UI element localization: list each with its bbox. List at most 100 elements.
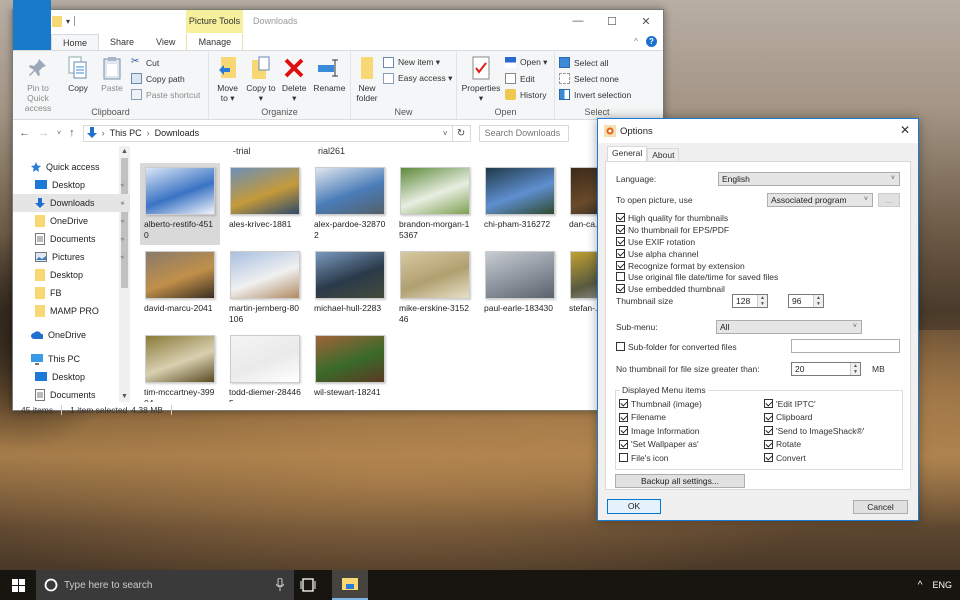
- refresh-button[interactable]: ↻: [451, 125, 470, 141]
- new-item-button[interactable]: New item ▾: [383, 56, 452, 69]
- sidebar-item-onedrive[interactable]: OneDrive: [13, 326, 130, 344]
- checkbox[interactable]: [616, 237, 625, 246]
- menu-item-checkbox[interactable]: File's icon: [619, 452, 669, 463]
- sidebar-item-desktop[interactable]: Desktop ✦: [13, 176, 130, 194]
- file-item[interactable]: michael-hull-2283: [310, 247, 390, 329]
- menu-item-checkbox[interactable]: 'Send to ImageShack®': [764, 425, 864, 436]
- back-button[interactable]: ←: [19, 127, 30, 139]
- checkbox[interactable]: [619, 426, 628, 435]
- customize-qat-icon[interactable]: ▾: [66, 17, 70, 26]
- menu-item-checkbox[interactable]: 'Edit IPTC': [764, 398, 816, 409]
- up-button[interactable]: ↑: [69, 127, 75, 139]
- sidebar-item-documents[interactable]: Documents: [13, 386, 130, 404]
- spinner-arrows-icon[interactable]: ▲ ▼: [850, 363, 860, 375]
- start-button[interactable]: [0, 570, 36, 600]
- sidebar-item-documents[interactable]: Documents ✦: [13, 230, 130, 248]
- search-input[interactable]: Search Downloads: [478, 124, 569, 142]
- sidebar-item-this-pc[interactable]: This PC: [13, 350, 130, 368]
- subfolder-input[interactable]: [791, 339, 900, 353]
- microphone-icon[interactable]: [276, 578, 284, 591]
- backup-settings-button[interactable]: Backup all settings...: [615, 474, 745, 488]
- pin-icon[interactable]: ✦: [118, 180, 127, 191]
- checkbox[interactable]: [764, 453, 773, 462]
- edit-button[interactable]: Edit: [505, 72, 547, 85]
- checkbox[interactable]: [616, 225, 625, 234]
- sidebar-item-mamp-pro[interactable]: MAMP PRO: [13, 302, 130, 320]
- checkbox[interactable]: [616, 213, 625, 222]
- submenu-select[interactable]: All ˅: [716, 320, 862, 334]
- new-folder-icon[interactable]: [52, 15, 62, 27]
- cancel-button[interactable]: Cancel: [853, 500, 908, 514]
- cut-button[interactable]: ✂ Cut: [131, 56, 200, 69]
- checkbox[interactable]: [619, 439, 628, 449]
- thumbnail-width-spinner[interactable]: 128 ▲ ▼: [732, 294, 768, 308]
- show-hidden-icons-icon[interactable]: ^: [918, 580, 923, 591]
- address-dropdown-icon[interactable]: ˅: [443, 129, 448, 138]
- recent-locations-button[interactable]: ˅: [57, 130, 61, 137]
- menu-item-checkbox[interactable]: 'Set Wallpaper as': [619, 439, 699, 450]
- forward-button[interactable]: →: [38, 127, 49, 139]
- easy-access-button[interactable]: Easy access ▾: [383, 72, 452, 85]
- language-select[interactable]: English ˅: [718, 172, 900, 186]
- option-checkbox[interactable]: Recognize format by extension: [616, 260, 745, 271]
- sidebar-item-onedrive[interactable]: OneDrive ✦: [13, 212, 130, 230]
- option-checkbox[interactable]: High quality for thumbnails: [616, 212, 728, 223]
- checkbox[interactable]: [764, 412, 773, 422]
- file-item[interactable]: martin-jernberg-80106: [225, 247, 305, 329]
- file-item[interactable]: todd-diemer-284465: [225, 331, 305, 402]
- input-language[interactable]: ENG: [932, 580, 952, 590]
- invert-selection-button[interactable]: Invert selection: [559, 88, 631, 101]
- open-button[interactable]: Open ▾: [505, 56, 547, 69]
- file-item[interactable]: tim-mccartney-39904: [140, 331, 220, 402]
- sidebar-item-desktop[interactable]: Desktop: [13, 266, 130, 284]
- spinner-arrows-icon[interactable]: ▲ ▼: [757, 295, 767, 307]
- breadcrumb-this-pc[interactable]: This PC: [110, 128, 142, 138]
- open-with-select[interactable]: Associated program ˅: [767, 193, 873, 207]
- pin-icon[interactable]: ✦: [118, 252, 127, 263]
- address-bar[interactable]: › This PC › Downloads ˅ ↻: [82, 124, 471, 142]
- sidebar-item-desktop[interactable]: Desktop: [13, 368, 130, 386]
- option-checkbox[interactable]: Use embedded thumbnail: [616, 283, 725, 294]
- menu-item-checkbox[interactable]: Rotate: [764, 439, 801, 450]
- tab-share[interactable]: Share: [99, 34, 145, 50]
- spinner-arrows-icon[interactable]: ▲ ▼: [813, 295, 823, 307]
- menu-item-checkbox[interactable]: Thumbnail (image): [619, 398, 702, 409]
- ok-button[interactable]: OK: [607, 499, 661, 514]
- thumbnail-height-spinner[interactable]: 96 ▲ ▼: [788, 294, 824, 308]
- checkbox[interactable]: [764, 426, 773, 435]
- taskbar-file-explorer[interactable]: [332, 570, 368, 600]
- checkbox[interactable]: [619, 412, 628, 422]
- menu-item-checkbox[interactable]: Filename: [619, 412, 666, 423]
- close-icon[interactable]: ✕: [900, 123, 910, 137]
- tab-home[interactable]: Home: [51, 34, 100, 50]
- checkbox[interactable]: [616, 284, 625, 293]
- file-item[interactable]: ales-krivec-1881: [225, 163, 305, 245]
- checkbox[interactable]: [616, 261, 625, 270]
- paste-shortcut-button[interactable]: Paste shortcut: [131, 88, 200, 101]
- minimize-button[interactable]: —: [561, 10, 595, 32]
- menu-item-checkbox[interactable]: Convert: [764, 452, 806, 463]
- sidebar-item-downloads[interactable]: Downloads ✦: [13, 194, 130, 212]
- subfolder-checkbox[interactable]: Sub-folder for converted files: [616, 341, 737, 352]
- option-checkbox[interactable]: Use alpha channel: [616, 248, 698, 259]
- pin-icon[interactable]: ✦: [118, 234, 127, 245]
- checkbox[interactable]: [764, 399, 773, 408]
- pin-icon[interactable]: ✦: [118, 216, 127, 227]
- file-item[interactable]: david-marcu-2041: [140, 247, 220, 329]
- taskbar-search-box[interactable]: Type here to search: [36, 570, 294, 600]
- tab-file[interactable]: File: [13, 0, 51, 50]
- breadcrumb-downloads[interactable]: Downloads: [155, 128, 200, 138]
- browse-button[interactable]: ...: [878, 193, 900, 207]
- max-size-spinner[interactable]: 20 ▲ ▼: [791, 362, 861, 376]
- menu-item-checkbox[interactable]: Clipboard: [764, 412, 812, 423]
- checkbox[interactable]: [616, 272, 625, 281]
- file-item[interactable]: alberto-restifo-4510: [140, 163, 220, 245]
- option-checkbox[interactable]: No thumbnail for EPS/PDF: [616, 224, 729, 235]
- copy-path-button[interactable]: Copy path: [131, 72, 200, 85]
- option-checkbox[interactable]: Use EXIF rotation: [616, 236, 695, 247]
- file-item[interactable]: mike-erskine-315246: [395, 247, 475, 329]
- select-none-button[interactable]: Select none: [559, 72, 631, 85]
- tab-view[interactable]: View: [145, 34, 186, 50]
- help-icon[interactable]: ?: [646, 36, 657, 47]
- sidebar-item-fb[interactable]: FB: [13, 284, 130, 302]
